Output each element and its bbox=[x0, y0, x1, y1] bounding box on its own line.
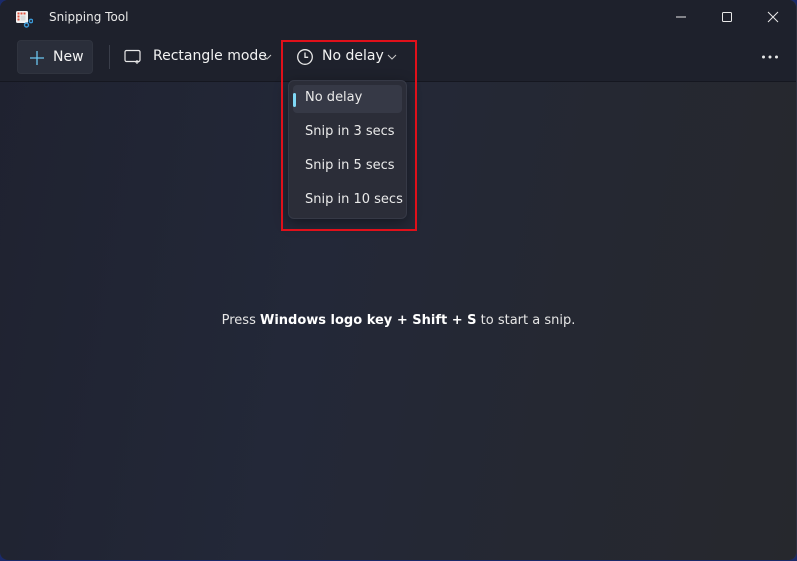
selected-indicator bbox=[293, 93, 296, 107]
more-options-button[interactable] bbox=[752, 40, 788, 74]
hint-key-windows: Windows logo key bbox=[259, 313, 393, 328]
snipping-tool-app-icon bbox=[16, 11, 33, 28]
delay-option-5-secs[interactable]: Snip in 5 secs bbox=[293, 153, 402, 181]
chevron-down-icon bbox=[262, 54, 272, 60]
new-snip-button[interactable]: New bbox=[17, 40, 93, 74]
hint-key-s: S bbox=[467, 313, 477, 328]
snip-mode-dropdown[interactable]: Rectangle mode bbox=[118, 40, 278, 74]
delay-menu: No delay Snip in 3 secs Snip in 5 secs S… bbox=[288, 80, 407, 219]
hint-key-shift: Shift bbox=[412, 313, 448, 328]
menu-item-label: Snip in 10 secs bbox=[305, 192, 403, 207]
plus-icon bbox=[30, 51, 44, 65]
more-icon bbox=[762, 55, 778, 59]
hint-text: to start a snip. bbox=[476, 313, 576, 328]
close-button[interactable] bbox=[750, 0, 796, 34]
delay-option-no-delay[interactable]: No delay bbox=[293, 85, 402, 113]
hint-plus: + bbox=[392, 313, 413, 328]
menu-item-label: Snip in 3 secs bbox=[305, 124, 395, 139]
chevron-down-icon bbox=[387, 54, 397, 60]
start-snip-hint: Press Windows logo key + Shift + S to st… bbox=[0, 313, 796, 328]
menu-item-label: Snip in 5 secs bbox=[305, 158, 395, 173]
maximize-button[interactable] bbox=[704, 0, 750, 34]
minimize-icon bbox=[676, 16, 686, 18]
delay-option-3-secs[interactable]: Snip in 3 secs bbox=[293, 119, 402, 147]
delay-dropdown[interactable]: No delay bbox=[290, 40, 410, 74]
close-icon bbox=[767, 11, 779, 23]
minimize-button[interactable] bbox=[658, 0, 704, 34]
title-bar: Snipping Tool bbox=[0, 0, 796, 36]
snipping-tool-window: Snipping Tool New Rectangle mode No dela… bbox=[0, 0, 797, 560]
rectangle-mode-icon bbox=[124, 49, 141, 64]
menu-item-label: No delay bbox=[305, 90, 363, 105]
delay-label: No delay bbox=[322, 48, 384, 64]
toolbar-divider bbox=[109, 45, 110, 69]
hint-plus: + bbox=[447, 313, 468, 328]
clock-icon bbox=[297, 49, 313, 65]
new-button-label: New bbox=[53, 49, 84, 65]
window-title: Snipping Tool bbox=[49, 10, 129, 24]
toolbar: New Rectangle mode No delay bbox=[0, 36, 796, 82]
hint-text: Press bbox=[221, 313, 260, 328]
maximize-icon bbox=[722, 12, 732, 22]
delay-option-10-secs[interactable]: Snip in 10 secs bbox=[293, 187, 403, 215]
mode-label: Rectangle mode bbox=[153, 48, 267, 64]
